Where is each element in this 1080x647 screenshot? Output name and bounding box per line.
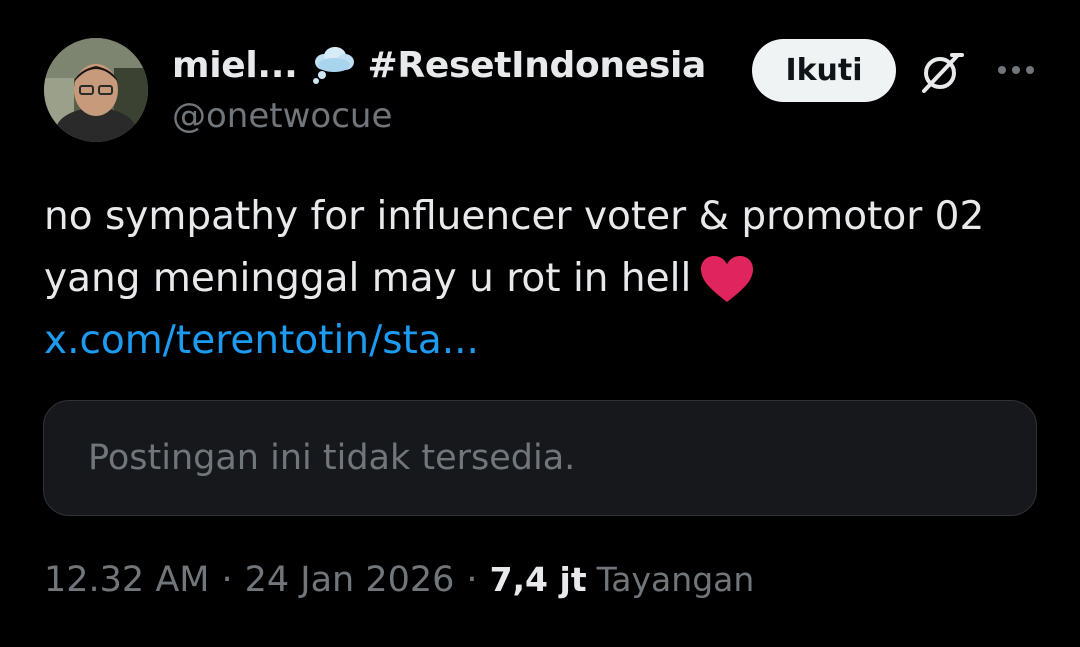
post-time[interactable]: 12.32 AM: [44, 560, 209, 600]
more-icon[interactable]: [994, 52, 1038, 88]
quoted-post-unavailable-card[interactable]: Postingan ini tidak tersedia.: [43, 400, 1037, 516]
follow-button[interactable]: Ikuti: [752, 39, 896, 102]
views-count[interactable]: 7,4 jt: [490, 560, 587, 599]
post-text-line-2-text: yang meninggal may u rot in hell: [44, 256, 692, 301]
display-name[interactable]: miel...: [172, 45, 298, 86]
tweet-container: miel... #ResetIndonesia @onetwocue Ikuti: [0, 0, 1080, 647]
red-heart-icon: [699, 254, 755, 304]
author-hashtag[interactable]: #ResetIndonesia: [368, 45, 707, 86]
meta-separator-2: ·: [466, 560, 478, 600]
post-meta: 12.32 AM · 24 Jan 2026 · 7,4 jt Tayangan: [44, 560, 754, 600]
grok-icon[interactable]: [918, 49, 966, 95]
post-link[interactable]: x.com/terentotin/sta...: [44, 310, 479, 372]
post-text-line-1: no sympathy for influencer voter & promo…: [44, 194, 985, 239]
meta-separator-1: ·: [221, 560, 233, 600]
views-label: Tayangan: [596, 560, 755, 599]
unavailable-text: Postingan ini tidak tersedia.: [88, 438, 576, 478]
author-handle[interactable]: @onetwocue: [172, 96, 392, 136]
avatar[interactable]: [44, 38, 148, 142]
post-body: no sympathy for influencer voter & promo…: [44, 186, 1034, 372]
post-date[interactable]: 24 Jan 2026: [245, 560, 455, 600]
author-name-row: miel... #ResetIndonesia: [172, 42, 706, 88]
thought-cloud-icon: [310, 45, 356, 85]
post-text-line-2: yang meninggal may u rot in hell: [44, 248, 1034, 310]
post-link-line: x.com/terentotin/sta...: [44, 310, 1034, 372]
